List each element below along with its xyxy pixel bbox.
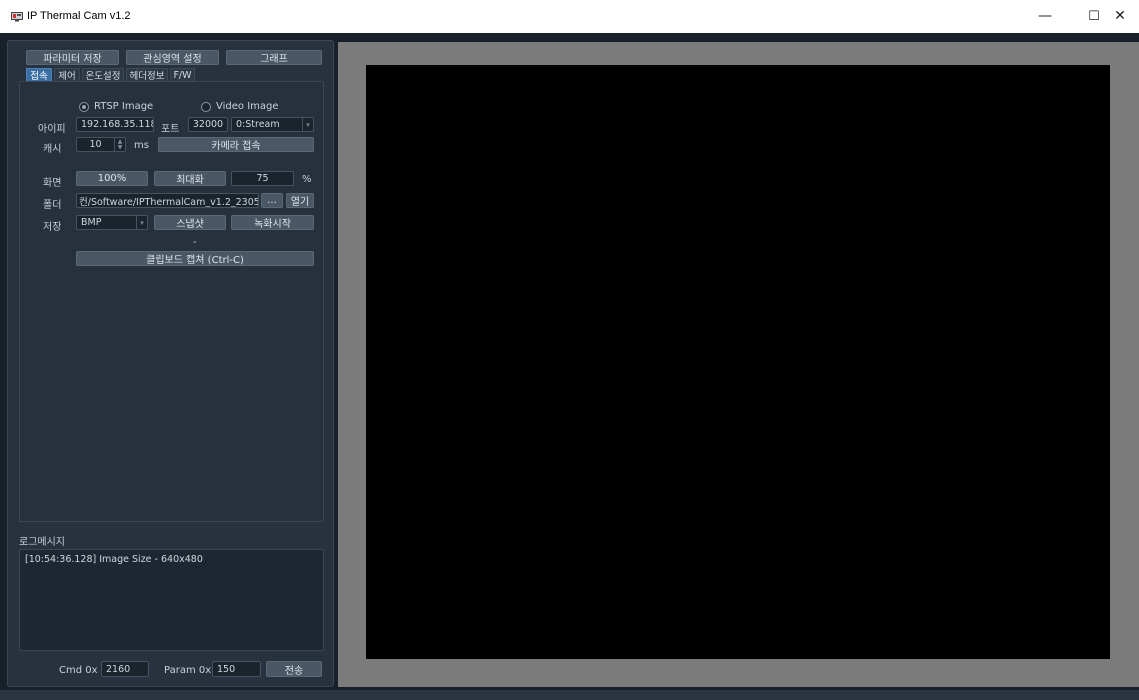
roi-settings-button[interactable]: 관심영역 설정 xyxy=(126,50,219,65)
log-box[interactable]: [10:54:36.128] Image Size - 640x480 xyxy=(19,549,324,651)
chevron-down-icon: ▾ xyxy=(302,118,313,131)
cache-spinbox[interactable]: 10 ▲ ▼ xyxy=(76,137,126,152)
minimize-icon: — xyxy=(1038,8,1052,24)
record-start-button[interactable]: 녹화시작 xyxy=(231,215,314,230)
screen-value-input[interactable]: 75 xyxy=(231,171,294,186)
clipboard-capture-button[interactable]: 클립보드 캡쳐 (Ctrl-C) xyxy=(76,251,314,266)
log-label: 로그메시지 xyxy=(19,537,65,548)
save-params-button[interactable]: 파라미터 저장 xyxy=(26,50,119,65)
title-bar: IP Thermal Cam v1.2 — ☐ ✕ xyxy=(0,0,1139,33)
tab-temperature[interactable]: 온도설정 xyxy=(82,68,124,82)
folder-label: 폴더 xyxy=(43,200,62,211)
save-format-select[interactable]: BMP ▾ xyxy=(76,215,148,230)
status-dash: - xyxy=(193,237,197,248)
rtsp-label: RTSP Image xyxy=(94,101,154,112)
thermal-camera-icon xyxy=(11,12,23,22)
save-label: 저장 xyxy=(43,222,62,233)
status-bar xyxy=(0,690,1139,700)
close-button[interactable]: ✕ xyxy=(1103,4,1137,28)
chevron-down-icon: ▾ xyxy=(136,216,147,229)
app-body: 파라미터 저장 관심영역 설정 그래프 접속 제어 온도설정 헤더정보 F/W … xyxy=(0,33,1139,700)
tab-header-info[interactable]: 헤더정보 xyxy=(126,68,168,82)
graph-button[interactable]: 그래프 xyxy=(226,50,322,65)
ip-input[interactable]: 192.168.35.118 xyxy=(76,117,154,132)
tab-control[interactable]: 제어 xyxy=(54,68,80,82)
folder-path-input[interactable]: 컨/Software/IPThermalCam_v1.2_230513 xyxy=(76,193,259,208)
close-icon: ✕ xyxy=(1114,8,1126,24)
param-label: Param 0x xyxy=(164,665,212,676)
port-label: 포트 xyxy=(161,124,180,135)
port-input[interactable]: 32000 xyxy=(188,117,228,132)
screen-unit: % xyxy=(302,174,312,185)
tab-connect[interactable]: 접속 xyxy=(26,68,52,82)
window-title: IP Thermal Cam v1.2 xyxy=(27,10,131,22)
camera-viewport[interactable] xyxy=(366,65,1110,659)
cache-value: 10 xyxy=(89,139,102,150)
send-button[interactable]: 전송 xyxy=(266,661,322,677)
stream-select[interactable]: 0:Stream ▾ xyxy=(231,117,314,132)
cmd-input[interactable]: 2160 xyxy=(101,661,149,677)
rtsp-radio[interactable] xyxy=(79,102,89,112)
camera-preview-frame xyxy=(338,42,1139,687)
stream-select-value: 0:Stream xyxy=(236,119,280,130)
cmd-label: Cmd 0x xyxy=(59,665,98,676)
minimize-button[interactable]: — xyxy=(1028,4,1062,28)
spin-arrows-icon: ▲ ▼ xyxy=(114,138,125,151)
snapshot-button[interactable]: 스냅샷 xyxy=(154,215,226,230)
control-panel: 파라미터 저장 관심영역 설정 그래프 접속 제어 온도설정 헤더정보 F/W … xyxy=(7,40,334,687)
param-input[interactable]: 150 xyxy=(212,661,261,677)
ip-label: 아이피 xyxy=(38,124,66,135)
maximize-view-button[interactable]: 최대화 xyxy=(154,171,226,186)
browse-button[interactable]: ... xyxy=(261,193,283,208)
tab-firmware[interactable]: F/W xyxy=(170,68,195,82)
video-radio[interactable] xyxy=(201,102,211,112)
screen-label: 화면 xyxy=(43,178,62,189)
camera-connect-button[interactable]: 카메라 접속 xyxy=(158,137,314,152)
open-folder-button[interactable]: 열기 xyxy=(286,193,314,208)
maximize-icon: ☐ xyxy=(1088,8,1100,24)
cache-unit: ms xyxy=(134,140,149,151)
cache-label: 캐시 xyxy=(43,144,62,155)
video-label: Video Image xyxy=(216,101,279,112)
log-entry: [10:54:36.128] Image Size - 640x480 xyxy=(25,554,203,565)
scale-100-button[interactable]: 100% xyxy=(76,171,148,186)
save-format-value: BMP xyxy=(81,217,102,228)
